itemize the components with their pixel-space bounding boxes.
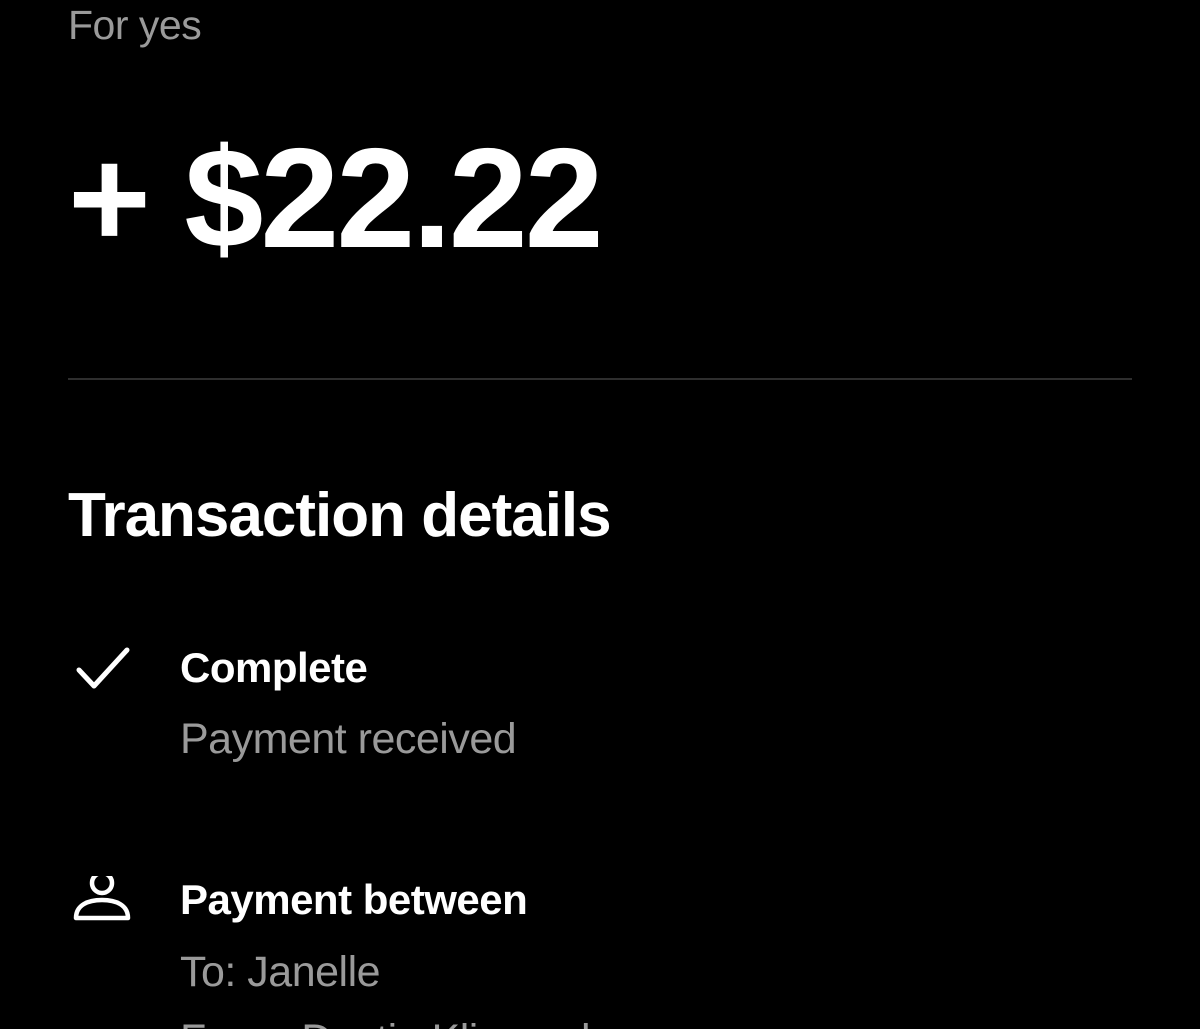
status-subtitle: Payment received: [180, 715, 517, 763]
person-icon: [68, 870, 138, 936]
checkmark-icon: [68, 644, 138, 704]
transaction-note: For yes: [68, 2, 202, 48]
transaction-amount: + $22.22: [68, 119, 604, 278]
status-title: Complete: [180, 644, 368, 691]
payment-between-title: Payment between: [180, 876, 528, 923]
divider: [68, 378, 1132, 380]
payment-from: From: Dustin Klimasek: [180, 1016, 602, 1029]
section-title: Transaction details: [68, 481, 612, 550]
payment-to: To: Janelle: [180, 948, 381, 996]
payment-between-row[interactable]: Payment between To: Janelle From: Dustin…: [68, 870, 1132, 1029]
status-row: Complete Payment received: [68, 644, 1132, 774]
